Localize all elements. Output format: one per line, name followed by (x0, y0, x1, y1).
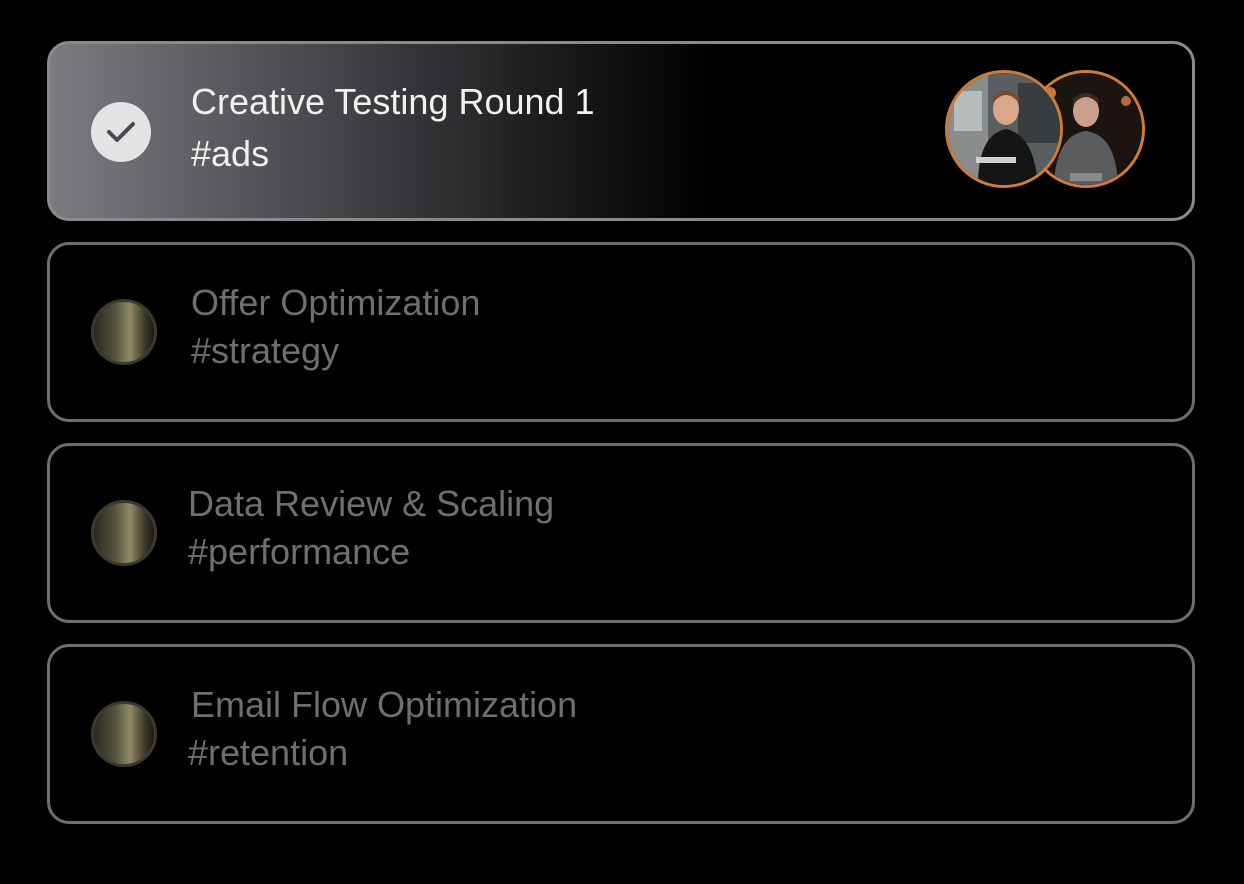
task-tag: #ads (191, 133, 270, 174)
circle-icon[interactable] (91, 299, 157, 365)
circle-icon[interactable] (91, 500, 157, 566)
task-title: Email Flow Optimization (191, 684, 578, 725)
task-title: Offer Optimization (191, 282, 481, 323)
task-tag: #performance (188, 531, 411, 572)
task-title: Creative Testing Round 1 (191, 81, 595, 122)
task-card-offer-optimization[interactable]: Offer Optimization #strategy (47, 242, 1195, 422)
task-list: Creative Testing Round 1 #ads Offer Opti… (47, 41, 1195, 845)
task-card-creative-testing[interactable]: Creative Testing Round 1 #ads (47, 41, 1195, 221)
task-tag: #strategy (191, 330, 340, 371)
task-title: Data Review & Scaling (188, 483, 555, 524)
task-card-data-review[interactable]: Data Review & Scaling #performance (47, 443, 1195, 623)
check-icon[interactable] (91, 102, 151, 162)
task-card-email-flow[interactable]: Email Flow Optimization #retention (47, 644, 1195, 824)
task-tag: #retention (188, 732, 349, 773)
avatar[interactable] (945, 70, 1063, 188)
circle-icon[interactable] (91, 701, 157, 767)
assignee-avatars (945, 70, 1145, 194)
